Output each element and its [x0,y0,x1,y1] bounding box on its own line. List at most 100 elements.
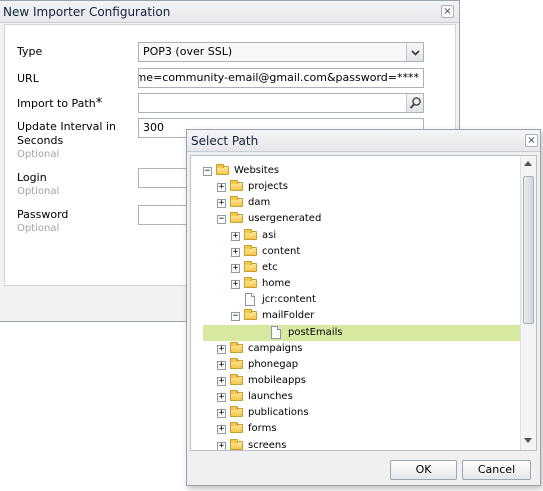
expand-icon[interactable]: + [231,231,240,241]
tree-item-label: asi [262,229,277,241]
close-icon[interactable]: × [525,134,538,147]
tree-item-label: jcr:content [262,294,316,306]
tree-item-label: forms [248,423,277,435]
select-path-title: Select Path [191,134,259,148]
dialog-titlebar[interactable]: New Importer Configuration × [0,1,459,23]
tree-item-mailfolder[interactable]: − mailFolder [191,308,521,324]
password-optional-hint: Optional [17,223,60,234]
tree-item-jcr-content[interactable]: jcr:content [191,292,521,308]
ok-button[interactable]: OK [390,460,457,480]
scrollbar-thumb[interactable] [523,176,534,324]
interval-label-line2: Seconds [17,134,64,147]
tree-item-projects[interactable]: + projects [191,179,521,195]
tree-item-publications[interactable]: + publications [191,405,521,421]
tree-item-label: etc [262,261,278,273]
folder-icon [230,390,243,402]
select-path-dialog: Select Path × − Websites + projects + dam − use… [186,129,541,486]
tree-item-launches[interactable]: + launches [191,389,521,405]
tree-item-home[interactable]: + home [191,276,521,292]
expand-icon[interactable]: + [217,376,226,386]
tree-item-phonegap[interactable]: + phonegap [191,357,521,373]
folder-icon [230,212,243,224]
tree-item-campaigns[interactable]: + campaigns [191,341,521,357]
tree-item-content[interactable]: + content [191,244,521,260]
folder-icon [230,373,243,385]
collapse-icon[interactable]: − [217,215,226,225]
collapse-icon[interactable]: − [203,167,212,176]
required-marker: * [95,96,103,111]
expand-icon[interactable]: + [231,247,240,257]
import-path-input[interactable] [138,93,424,113]
url-input[interactable]: ?username=community-email@gmail.com&pass… [138,68,424,88]
tree-item-postemails[interactable]: postEmails [203,324,533,341]
path-browse-button[interactable] [406,94,423,112]
search-icon [409,97,421,109]
folder-icon [230,357,243,369]
folder-icon [230,438,243,450]
interval-label-line1: Update Interval in [17,120,116,133]
interval-optional-hint: Optional [17,149,60,160]
tree-item-screens[interactable]: + screens [191,438,521,451]
tree-item-mobileapps[interactable]: + mobileapps [191,373,521,389]
expand-icon[interactable]: + [217,409,226,419]
cancel-button[interactable]: Cancel [462,460,531,480]
expand-icon[interactable]: + [217,393,226,403]
expand-icon[interactable]: + [217,441,226,450]
scroll-up-arrow-icon[interactable] [524,161,532,166]
login-label: Login [17,171,47,184]
select-path-titlebar[interactable]: Select Path × [187,130,540,152]
folder-icon [244,228,257,240]
folder-icon [230,406,243,418]
expand-icon[interactable]: + [231,280,240,290]
folder-icon [244,244,257,256]
tree-item-label: screens [248,439,287,451]
folder-icon [216,164,229,175]
folder-icon [230,422,243,434]
tree-item-etc[interactable]: + etc [191,260,521,276]
tree-item-label: launches [248,391,293,403]
expand-icon[interactable]: + [231,263,240,273]
collapse-icon[interactable]: − [231,312,240,322]
tree-item-usergenerated[interactable]: − usergenerated [191,211,521,227]
import-path-label-text: Import to Path [17,97,96,110]
path-tree-panel: − Websites + projects + dam − usergenerated + asi… [190,155,537,451]
tree-item-label: mobileapps [248,374,306,386]
folder-icon [230,180,243,192]
tree-item-asi[interactable]: + asi [191,228,521,244]
tree-item-label: publications [248,407,309,419]
tree-item-dam[interactable]: + dam [191,195,521,211]
password-label: Password [17,208,69,221]
type-label: Type [17,45,43,58]
tree-item-label: mailFolder [262,310,315,322]
type-select-value: POP3 (over SSL) [143,45,233,58]
expand-icon[interactable]: + [217,199,226,209]
close-icon[interactable]: × [441,5,454,18]
tree-item-label: dam [248,197,271,209]
path-tree: − Websites + projects + dam − usergenerated + asi… [191,156,536,450]
tree-item-forms[interactable]: + forms [191,421,521,437]
page-icon [245,293,255,307]
folder-icon [230,196,243,208]
type-select[interactable]: POP3 (over SSL) [138,42,424,62]
folder-icon [244,260,257,272]
tree-item-websites[interactable]: − Websites [191,163,521,179]
tree-item-label: Websites [234,165,280,176]
type-dropdown-button[interactable] [406,43,423,61]
tree-item-label: home [262,278,291,290]
expand-icon[interactable]: + [217,344,226,354]
tree-item-label: projects [248,181,288,193]
interval-value: 300 [143,121,164,134]
tree-scrollbar[interactable] [520,156,536,450]
chevron-down-icon [411,50,420,56]
folder-icon [244,309,257,321]
url-label: URL [17,72,39,85]
import-path-label: Import to Path* [17,96,102,111]
tree-item-label: content [262,245,301,257]
url-value: ?username=community-email@gmail.com&pass… [139,71,419,84]
page-icon [271,325,281,339]
tree-item-label: phonegap [248,358,299,370]
expand-icon[interactable]: + [217,425,226,435]
expand-icon[interactable]: + [217,360,226,370]
scroll-down-arrow-icon[interactable] [524,438,532,443]
expand-icon[interactable]: + [217,183,226,193]
